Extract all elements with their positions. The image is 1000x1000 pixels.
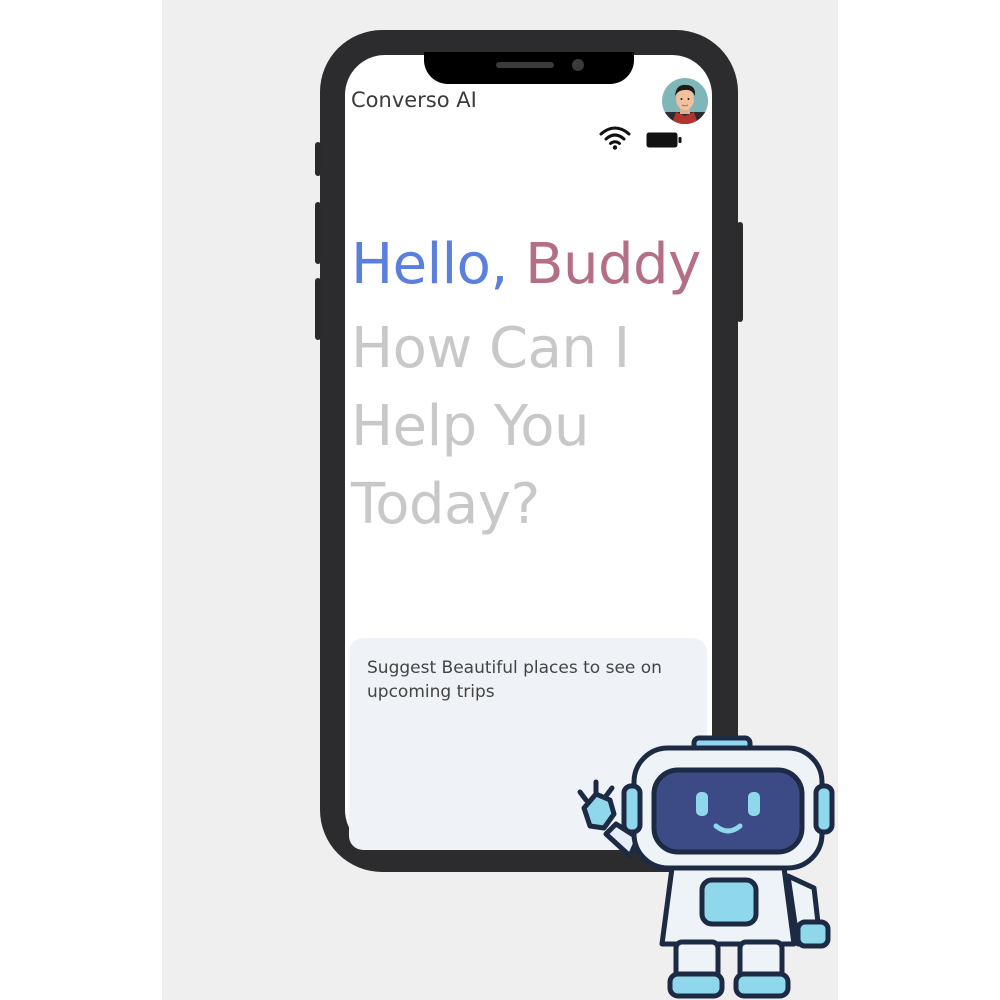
greeting-hello: Hello, <box>351 232 508 297</box>
volume-down-button <box>315 278 321 340</box>
power-button <box>737 222 743 322</box>
prompt-line-1: How Can I <box>351 316 630 381</box>
front-camera <box>572 59 584 71</box>
robot-mascot-icon <box>577 735 835 999</box>
notch <box>424 52 634 84</box>
battery-icon <box>646 132 682 148</box>
mute-switch <box>315 142 321 176</box>
prompt-question: How Can I Help You Today? <box>351 310 711 544</box>
volume-up-button <box>315 202 321 264</box>
greeting-heading: Hello, Buddy <box>351 232 701 298</box>
wifi-icon <box>599 126 631 150</box>
suggestion-text[interactable]: Suggest Beautiful places to see on upcom… <box>367 656 687 704</box>
prompt-line-2: Help You <box>351 394 590 459</box>
app-title: Converso AI <box>351 88 477 112</box>
prompt-line-3: Today? <box>351 472 540 537</box>
greeting-name: Buddy <box>525 232 701 297</box>
speaker-grille <box>496 62 554 68</box>
avatar[interactable] <box>662 78 708 124</box>
